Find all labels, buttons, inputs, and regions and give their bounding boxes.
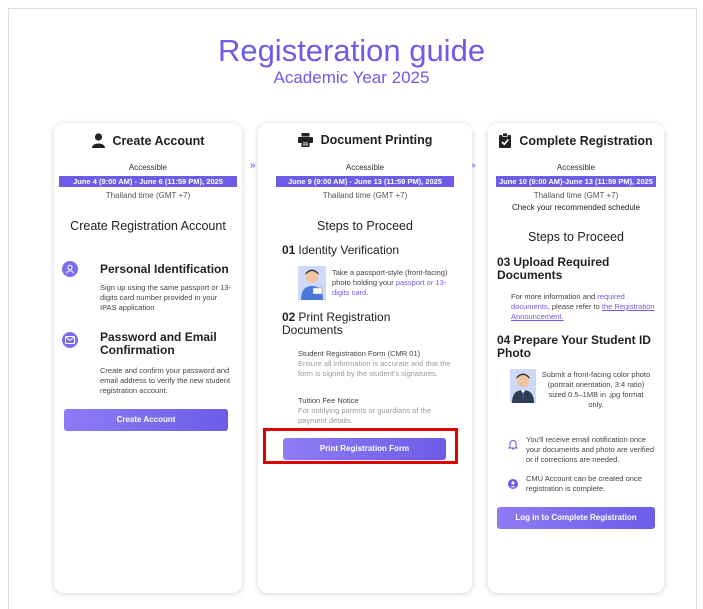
page-subtitle: Academic Year 2025 [273,68,430,87]
email-icon [62,332,78,348]
create-account-date: June 4 (9:00 AM) - June 6 (11:59 PM), 20… [59,176,237,187]
schedule-note: Check your recommended schedule [511,203,641,212]
complete-registration-title: Complete Registration [519,133,653,148]
print-registration-label: Print Registration Documents [282,310,391,337]
login-complete-registration-button[interactable]: Log in to Complete Registration [497,507,655,529]
create-account-title: Create Account [112,133,205,148]
cmu-account-text: CMU Account can be created once registra… [526,474,642,493]
document-printing-status: Accessible [345,163,385,172]
document-printing-header: Document Printing [258,133,472,147]
student-id-photo-title: 04 Prepare Your Student ID Photo [497,334,657,360]
identity-verification-title: 01 Identity Verification [282,244,467,257]
identity-verification-text: Take a passport-style (front-facing) pho… [332,268,448,297]
step-number-04: 04 [497,333,511,347]
account-icon [508,476,518,494]
tuition-fee-text: For notifying parents or guardians of th… [298,406,431,425]
user-icon [62,261,78,277]
document-printing-title: Document Printing [320,133,433,147]
document-printing-timezone: Thailand time (GMT +7) [322,191,408,200]
document-printing-panel: Document Printing Accessible June 9 (9:0… [258,123,472,593]
create-account-button[interactable]: Create Account [64,409,228,431]
person-icon [91,133,105,148]
personal-identification-title: Personal Identification [100,262,229,276]
printer-icon [297,133,313,147]
complete-registration-panel: Complete Registration Accessible June 10… [488,123,664,593]
personal-identification-text: Sign up using the same passport or 13-di… [100,283,231,312]
step-number-03: 03 [497,255,511,269]
complete-registration-heading: Steps to Proceed [528,230,624,244]
cmr01-text: Ensure all information is accurate and t… [298,359,451,378]
password-email-text: Create and confirm your password and ema… [100,366,231,395]
step-number-02: 02 [282,310,296,324]
create-account-header: Create Account [54,133,242,148]
password-email-title: Password and Email Confirmation [100,330,217,357]
upload-documents-text: For more information and required docume… [511,292,655,321]
identity-verification-label: Identity Verification [298,243,400,257]
student-id-photo-label: Prepare Your Student ID Photo [497,333,651,360]
step-arrow-1: » [250,160,256,171]
person-holding-card-icon [298,266,326,305]
step-number-01: 01 [282,243,296,257]
create-account-heading: Create Registration Account [70,219,226,233]
highlight-box [263,428,458,464]
clipboard-check-icon [499,133,512,148]
upload-documents-label: Upload Required Documents [497,255,610,282]
create-account-timezone: Thailand time (GMT +7) [105,191,191,200]
bell-icon [507,437,519,455]
tuition-fee-title: Tuition Fee Notice [298,396,359,405]
cmr01-title: Student Registration Form (CMR 01) [298,349,421,358]
complete-registration-timezone: Thailand time (GMT +7) [533,191,619,200]
upload-documents-title: 03 Upload Required Documents [497,256,657,282]
complete-registration-date: June 10 (9:00 AM)-June 13 (11:59 PM), 20… [496,176,656,187]
complete-registration-header: Complete Registration [488,133,664,148]
document-printing-heading: Steps to Proceed [317,219,413,233]
create-account-panel: Create Account Accessible June 4 (9:00 A… [54,123,242,593]
id-photo-icon [510,369,536,408]
document-printing-date: June 9 (9:00 AM) - June 13 (11:59 PM), 2… [276,176,454,187]
print-registration-title: 02 Print Registration Documents [282,311,437,337]
complete-registration-status: Accessible [556,163,596,172]
student-id-photo-text: Submit a front-facing color photo (portr… [541,370,651,409]
page-title: Registeration guide [217,33,486,68]
email-notification-text: You'll receive email notification once y… [526,435,654,464]
create-account-status: Accessible [128,163,168,172]
